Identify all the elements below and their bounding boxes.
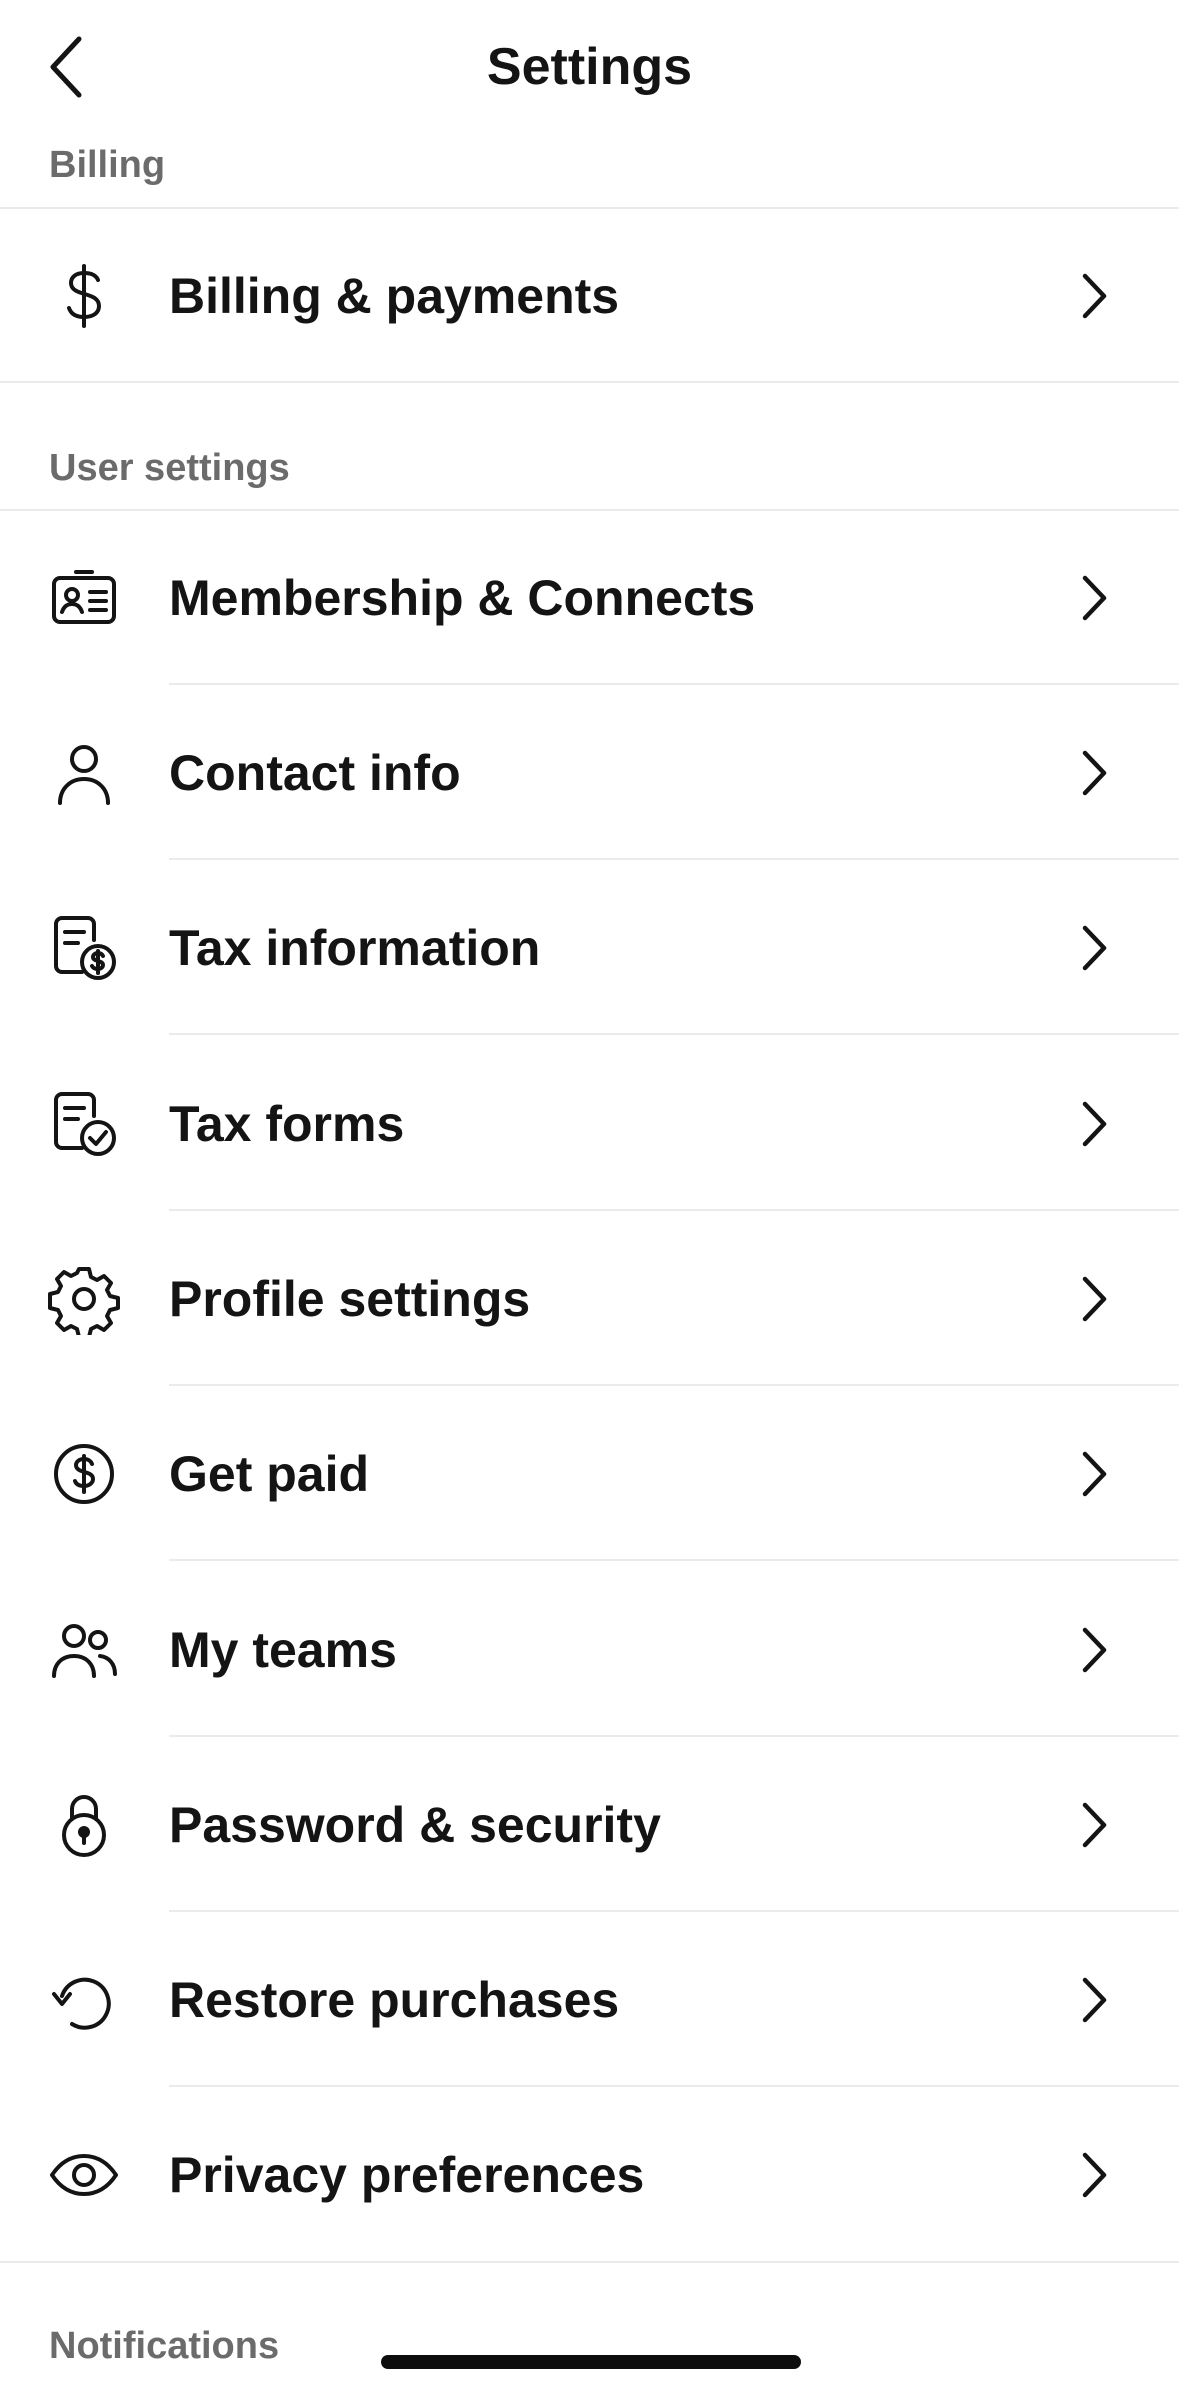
people-icon — [48, 1614, 120, 1686]
row-my-teams[interactable]: My teams — [0, 1563, 1179, 1737]
row-separator — [169, 1735, 1179, 1737]
row-label: Password & security — [169, 1797, 661, 1853]
row-separator — [169, 683, 1179, 685]
row-label: Privacy preferences — [169, 2147, 645, 2203]
section-label-billing: Billing — [49, 144, 166, 186]
document-dollar-icon — [48, 912, 120, 984]
section-label-user-settings: User settings — [49, 447, 290, 489]
chevron-right-icon — [1070, 1620, 1118, 1680]
row-separator — [169, 1559, 1179, 1561]
row-separator — [169, 2085, 1179, 2087]
divider — [0, 2261, 1179, 2263]
row-separator — [169, 1209, 1179, 1211]
row-label: Membership & Connects — [169, 570, 756, 626]
restore-icon — [48, 1964, 120, 2036]
chevron-right-icon — [1070, 1269, 1118, 1329]
dollar-icon — [48, 260, 120, 332]
row-label: Restore purchases — [169, 1972, 620, 2028]
person-icon — [48, 737, 120, 809]
page-title: Settings — [486, 38, 693, 96]
row-label: Billing & payments — [169, 268, 620, 324]
row-restore-purchases[interactable]: Restore purchases — [0, 1913, 1179, 2087]
chevron-right-icon — [1070, 1970, 1118, 2030]
chevron-right-icon — [1070, 2145, 1118, 2205]
row-label: Tax forms — [169, 1096, 405, 1152]
row-password-security[interactable]: Password & security — [0, 1738, 1179, 1912]
section-label-notifications: Notifications — [49, 2325, 280, 2367]
row-billing-payments[interactable]: Billing & payments — [0, 209, 1179, 383]
eye-icon — [48, 2139, 120, 2211]
header: Settings — [0, 0, 1179, 136]
row-label: Tax information — [169, 920, 541, 976]
row-label: Profile settings — [169, 1271, 531, 1327]
row-contact-info[interactable]: Contact info — [0, 686, 1179, 860]
row-separator — [169, 858, 1179, 860]
chevron-right-icon — [1070, 568, 1118, 628]
gear-icon — [48, 1263, 120, 1335]
row-tax-information[interactable]: Tax information — [0, 861, 1179, 1035]
lock-icon — [48, 1789, 120, 1861]
document-check-icon — [48, 1088, 120, 1160]
row-get-paid[interactable]: Get paid — [0, 1387, 1179, 1561]
id-card-icon — [48, 562, 120, 634]
home-indicator — [381, 2355, 801, 2369]
chevron-right-icon — [1070, 266, 1118, 326]
row-tax-forms[interactable]: Tax forms — [0, 1037, 1179, 1211]
chevron-right-icon — [1070, 1444, 1118, 1504]
row-label: Contact info — [169, 745, 461, 801]
row-separator — [169, 1910, 1179, 1912]
row-separator — [169, 1033, 1179, 1035]
row-profile-settings[interactable]: Profile settings — [0, 1212, 1179, 1386]
dollar-circle-icon — [48, 1438, 120, 1510]
chevron-right-icon — [1070, 1795, 1118, 1855]
chevron-right-icon — [1070, 1094, 1118, 1154]
row-label: Get paid — [169, 1446, 370, 1502]
settings-screen: Settings Billing Billing & payments User… — [0, 0, 1179, 2396]
row-membership-connects[interactable]: Membership & Connects — [0, 511, 1179, 685]
row-label: My teams — [169, 1622, 397, 1678]
row-privacy-preferences[interactable]: Privacy preferences — [0, 2088, 1179, 2262]
chevron-right-icon — [1070, 918, 1118, 978]
divider — [0, 381, 1179, 383]
row-separator — [169, 1384, 1179, 1386]
chevron-right-icon — [1070, 743, 1118, 803]
